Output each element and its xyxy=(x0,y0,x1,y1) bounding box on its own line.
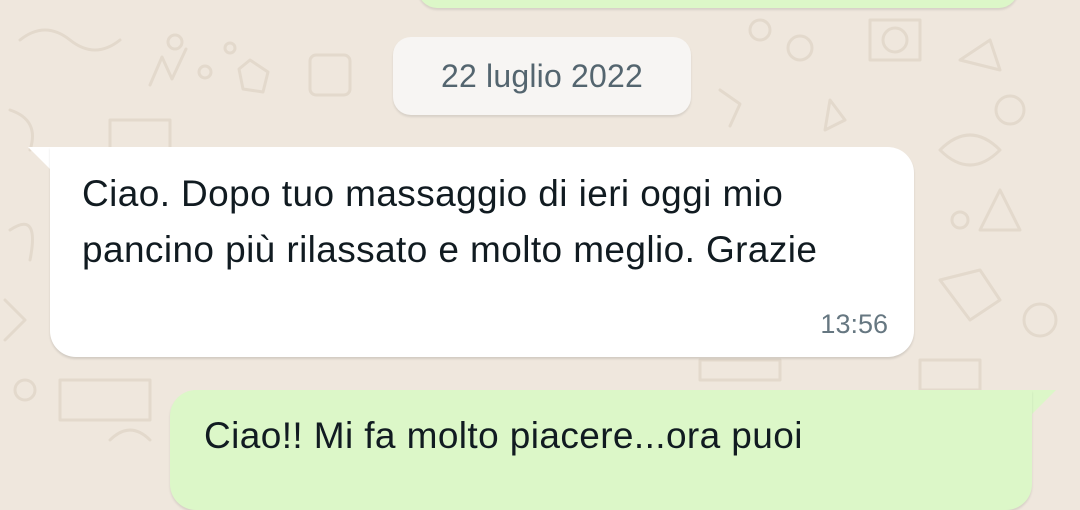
date-separator-label: 22 luglio 2022 xyxy=(440,57,644,94)
incoming-message-time: 13:56 xyxy=(820,309,888,339)
outgoing-bubble-tail xyxy=(1032,390,1056,414)
previous-outgoing-message-bubble[interactable] xyxy=(418,0,1018,8)
incoming-message-text: Ciao. Dopo tuo massaggio di ieri oggi mi… xyxy=(82,173,818,270)
date-separator: 22 luglio 2022 xyxy=(393,37,691,115)
outgoing-message-text: Ciao!! Mi fa molto piacere...ora puoi xyxy=(204,415,803,456)
incoming-bubble-tail xyxy=(28,147,52,171)
